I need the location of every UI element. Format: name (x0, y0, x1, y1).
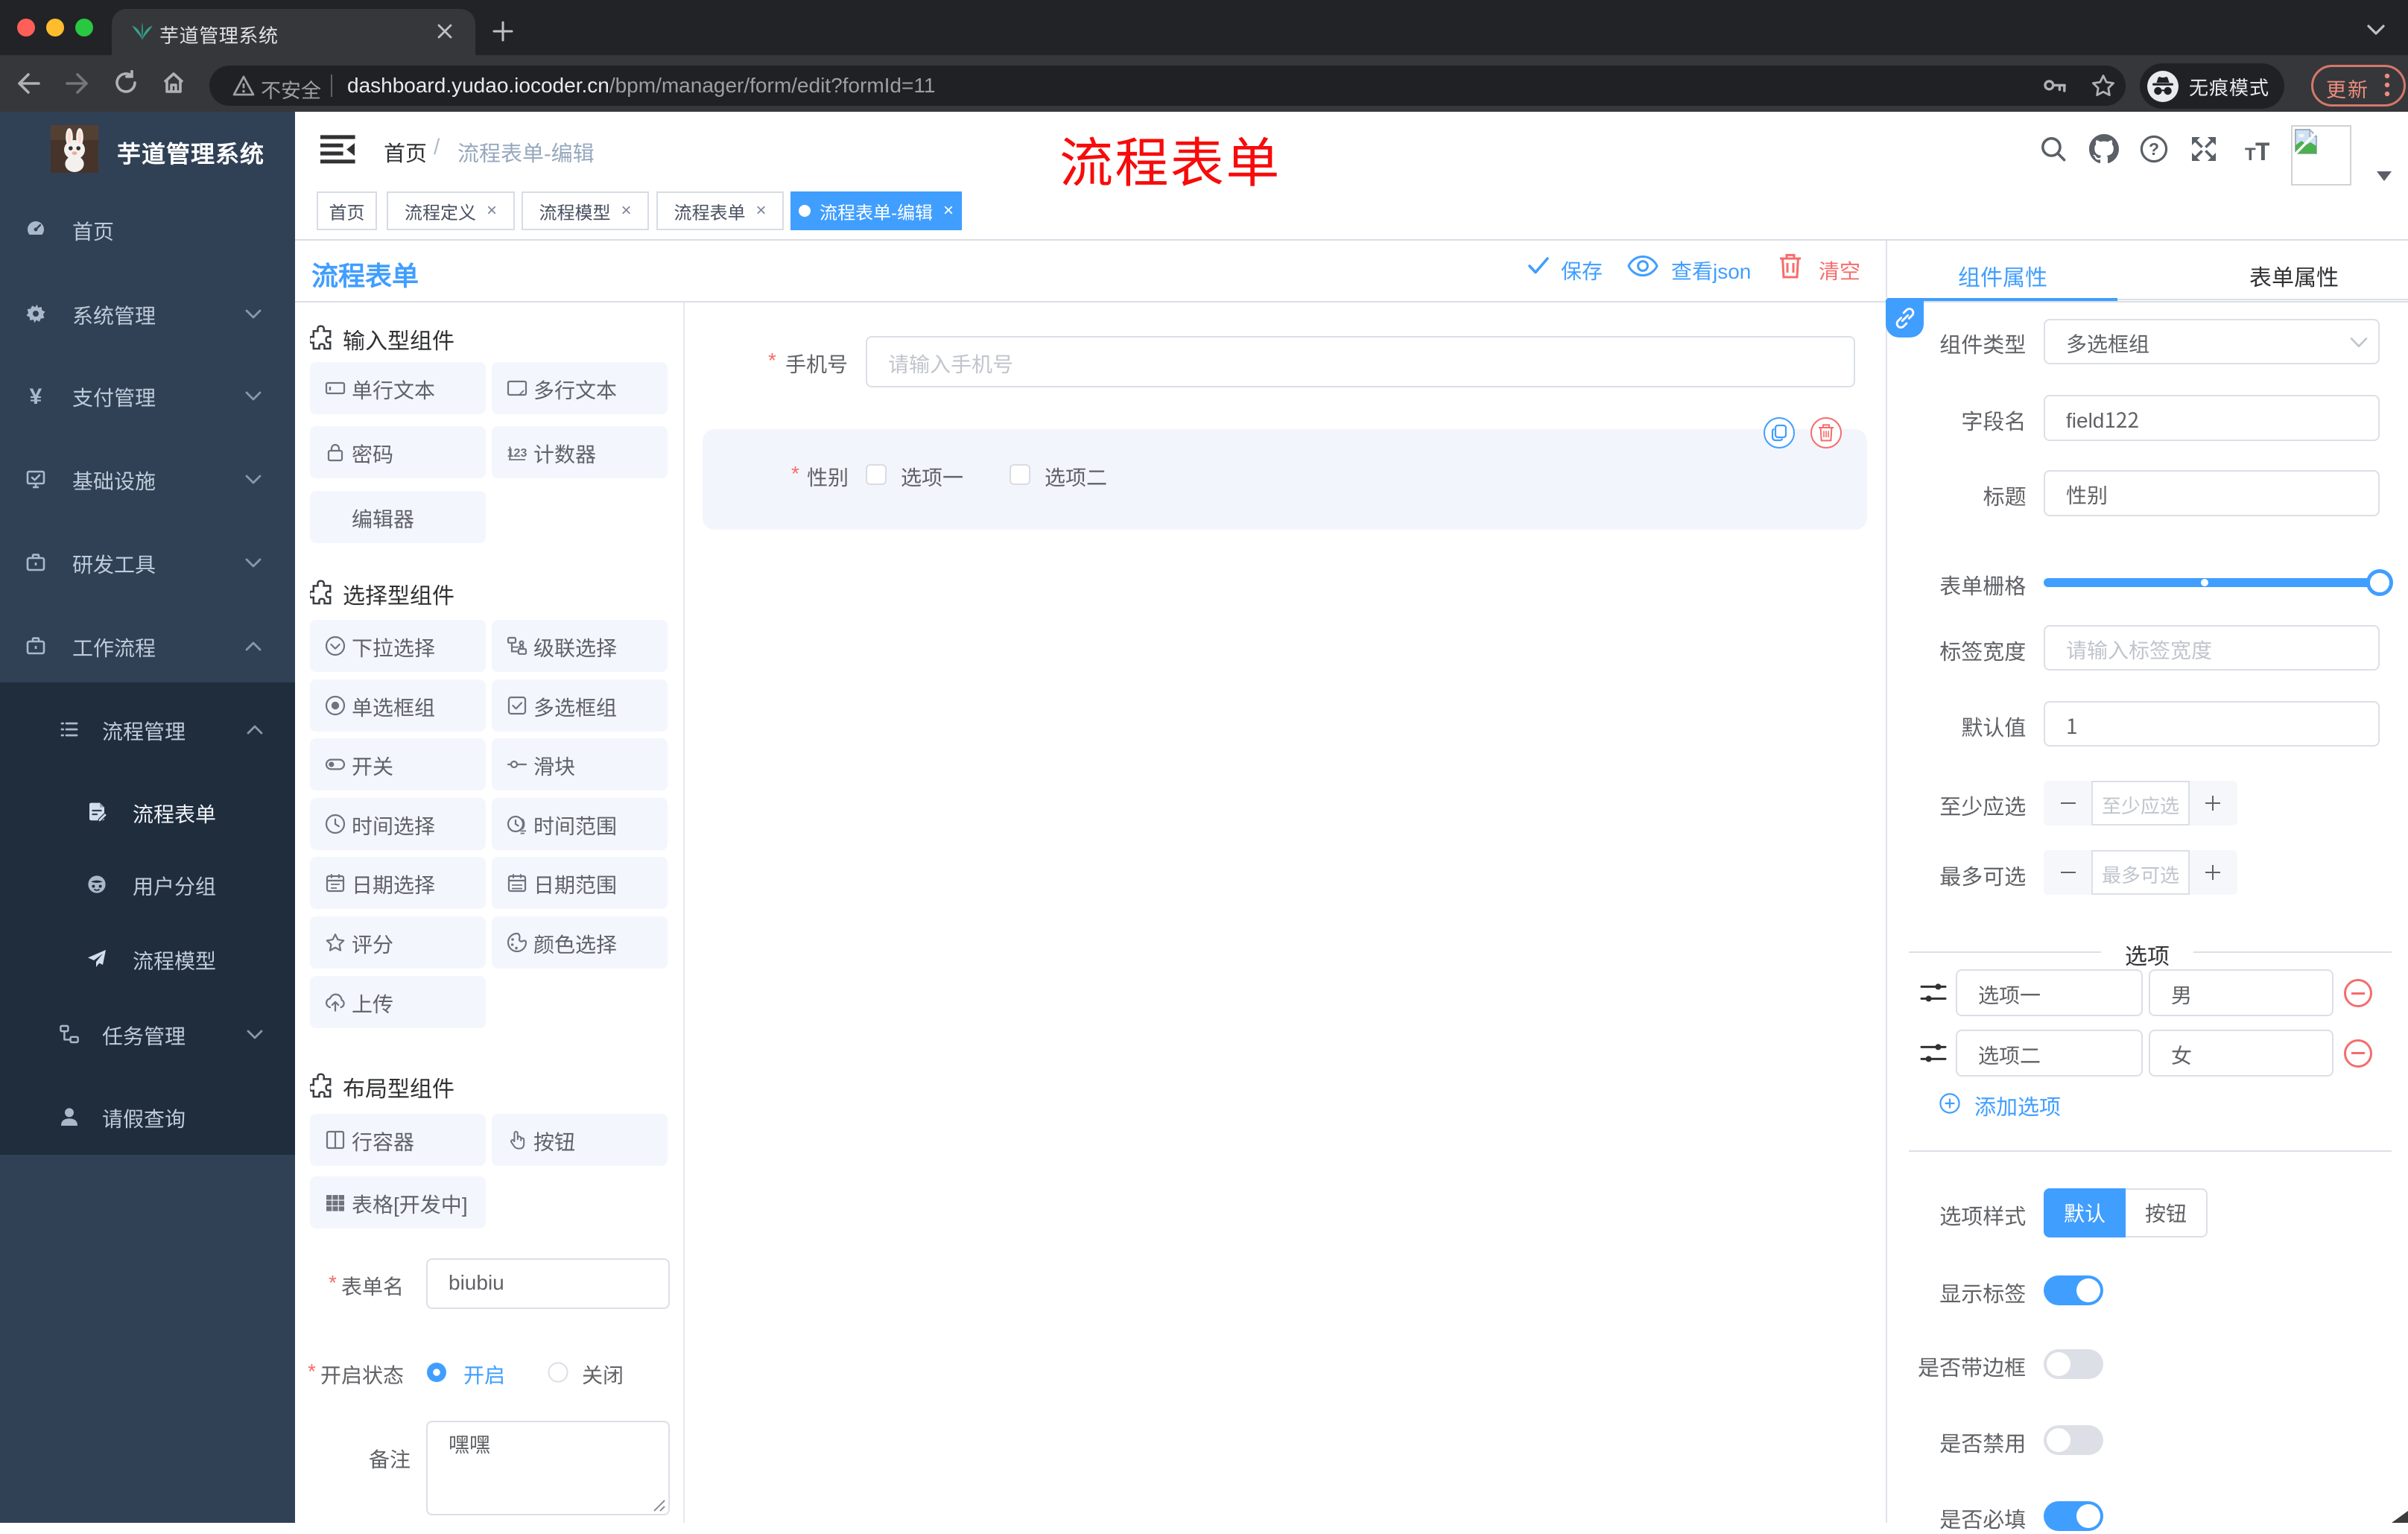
svg-text:¥: ¥ (30, 385, 42, 406)
svg-text:T: T (2255, 138, 2269, 162)
svg-text:?: ? (2149, 139, 2159, 159)
svg-text:T: T (2245, 145, 2256, 162)
